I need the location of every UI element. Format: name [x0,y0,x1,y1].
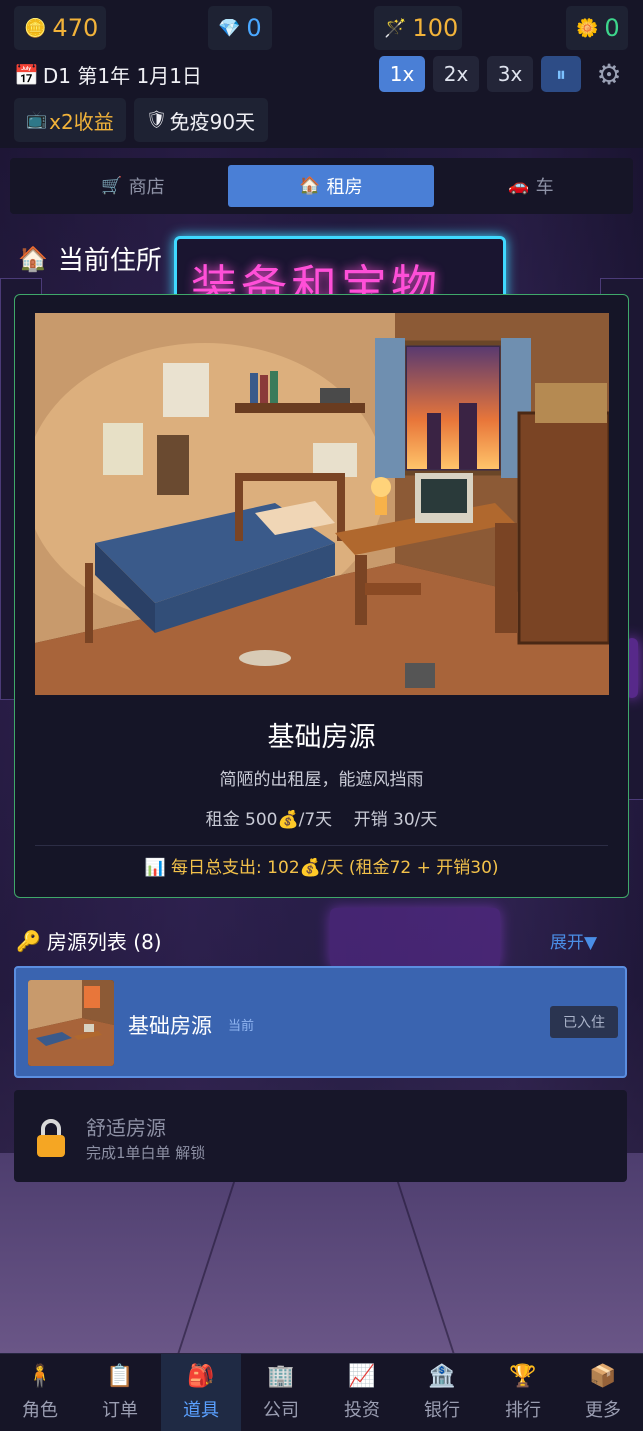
bank-icon: 🏦 [428,1364,456,1389]
scene-floor [0,1153,643,1353]
nav-label: 道具 [183,1400,219,1421]
tab-rent-label: 租房 [326,177,363,198]
house-icon: 🏠 [18,244,48,273]
diamond-counter[interactable]: 💎 0 [208,6,272,50]
wand-icon: 🪄 [384,17,407,39]
settings-button[interactable]: ⚙ [590,56,628,92]
tab-shop[interactable]: 🛒 商店 [30,165,236,207]
tab-car[interactable]: 🚗 车 [428,165,634,207]
nav-label: 更多 [585,1400,621,1421]
housing-list-title: 🔑 房源列表 (8) [16,926,162,955]
speed-3x-button[interactable]: 3x [487,56,533,92]
nav-label: 订单 [102,1400,138,1421]
list-item-name: 舒适房源 [86,1116,166,1140]
nav-ranking[interactable]: 🏆 排行 [483,1354,563,1431]
room-thumbnail [28,980,114,1066]
shield-icon: 🛡 [146,110,168,130]
speed-2x-button[interactable]: 2x [433,56,479,92]
room-illustration-svg [35,313,609,695]
nav-orders[interactable]: 📋 订单 [80,1354,160,1431]
coin-value: 0 [604,14,620,42]
gold-value: 470 [52,14,99,42]
room-name: 基础房源 [267,722,376,753]
nav-company[interactable]: 🏢 公司 [241,1354,321,1431]
list-item-name: 基础房源 [128,1014,212,1038]
wand-value: 100 [412,14,459,42]
nav-label: 投资 [344,1400,380,1421]
calendar-icon: 📅 [14,62,39,87]
current-residence-card: 基础房源 简陋的出租屋，能遮风挡雨 租金 500💰/7天 开销 30/天 📊 每… [14,294,629,898]
nav-invest[interactable]: 📈 投资 [322,1354,402,1431]
room-costs: 租金 500💰/7天 开销 30/天 [15,805,628,830]
coin-icon: 🌼 [576,17,599,39]
daily-total-expense: 📊 每日总支出: 102💰/天 (租金72 + 开销30) [144,858,499,878]
room-thumbnail-svg [28,980,114,1066]
gold-bars-icon: 🪙 [24,17,47,39]
clipboard-icon: 📋 [106,1364,134,1389]
coin-counter[interactable]: 🌼 0 [566,6,628,50]
nav-items[interactable]: 🎒 道具 [161,1354,241,1431]
speed-1x-button[interactable]: 1x [379,56,425,92]
tab-car-label: 车 [535,177,554,198]
category-tabs: 🛒 商店 🏠 租房 🚗 车 [10,158,633,214]
nav-bank[interactable]: 🏦 银行 [402,1354,482,1431]
scene-display-case [330,908,500,968]
game-date-text: D1 第1年 1月1日 [42,64,202,88]
nav-more[interactable]: 📦 更多 [563,1354,643,1431]
tv-icon: 📺 [26,110,48,130]
immunity-buff-badge[interactable]: 🛡 免疫90天 [134,98,268,142]
pause-button[interactable]: ⏸ [541,56,581,92]
box-icon: 📦 [589,1364,617,1389]
tab-rent[interactable]: 🏠 租房 [228,165,434,207]
housing-list-title-text: 房源列表 (8) [46,930,162,954]
diamond-value: 0 [246,14,262,42]
card-divider [35,845,608,846]
trophy-icon: 🏆 [509,1364,537,1389]
room-description: 简陋的出租屋，能遮风挡雨 [219,770,424,790]
character-icon: 🧍 [26,1364,54,1389]
current-residence-title: 🏠 当前住所 [18,240,162,277]
key-icon: 🔑 [16,928,41,953]
chart-icon: 📈 [348,1364,376,1389]
gear-icon: ⚙ [596,57,622,91]
backpack-icon: 🎒 [187,1364,215,1389]
building-icon: 🏢 [267,1364,295,1389]
wand-counter[interactable]: 🪄 100 [374,6,462,50]
pause-icon: ⏸ [556,62,566,86]
current-residence-title-text: 当前住所 [57,246,162,276]
room-upkeep: 开销 30/天 [353,810,438,830]
game-date: 📅 D1 第1年 1月1日 [14,60,202,89]
nav-label: 排行 [505,1400,541,1421]
current-tag: 当前 [228,1019,255,1034]
income-buff-label: x2收益 [49,109,114,134]
nav-character[interactable]: 🧍 角色 [0,1354,80,1431]
house-icon: 🏠 [299,176,321,196]
diamond-icon: 💎 [218,17,241,39]
top-bar: 🪙 470 💎 0 🪄 100 🌼 0 📅 D1 第1年 1月1日 1x 2x … [0,0,643,148]
moved-in-badge: 已入住 [550,1006,618,1038]
nav-label: 角色 [22,1400,58,1421]
car-icon: 🚗 [508,176,530,196]
list-item[interactable]: 舒适房源 完成1单白单 解锁 [14,1090,627,1182]
income-buff-badge[interactable]: 📺 x2收益 [14,98,126,142]
expand-toggle[interactable]: 展开▼ [550,928,597,953]
unlock-hint: 完成1单白单 解锁 [86,1144,206,1162]
lock-icon [37,1119,65,1157]
nav-label: 银行 [424,1400,460,1421]
cart-icon: 🛒 [101,176,123,196]
gold-counter[interactable]: 🪙 470 [14,6,106,50]
tab-shop-label: 商店 [128,177,165,198]
bottom-nav: 🧍 角色 📋 订单 🎒 道具 🏢 公司 📈 投资 🏦 银行 🏆 排行 📦 更多 [0,1353,643,1431]
list-item[interactable]: 基础房源 当前 已入住 [14,966,627,1078]
room-rent: 租金 500💰/7天 [205,810,333,830]
nav-label: 公司 [263,1400,299,1421]
immunity-buff-label: 免疫90天 [169,109,256,134]
room-illustration [35,313,609,695]
